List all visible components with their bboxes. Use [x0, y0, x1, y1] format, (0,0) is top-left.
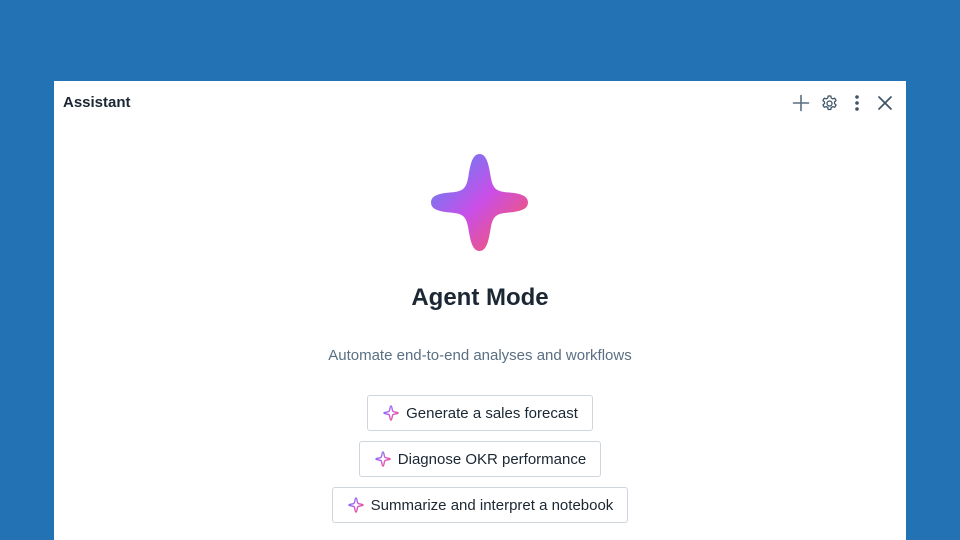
plus-icon[interactable]	[790, 92, 812, 114]
agent-mode-heading: Agent Mode	[411, 284, 549, 311]
suggestion-label: Generate a sales forecast	[406, 404, 578, 422]
suggestion-chip-summarize-notebook[interactable]: Summarize and interpret a notebook	[331, 487, 629, 523]
suggestion-label: Diagnose OKR performance	[397, 450, 587, 468]
assistant-panel: Assistant Agent Mode Automate end-to-end…	[54, 81, 906, 540]
sparkle-icon	[374, 450, 392, 468]
panel-header: Assistant	[54, 81, 906, 125]
suggestion-list: Generate a sales forecast Diagnose OKR p…	[54, 395, 906, 533]
panel-title: Assistant	[63, 94, 131, 111]
suggestion-label: Summarize and interpret a notebook	[370, 496, 614, 514]
sparkle-icon	[347, 496, 365, 514]
suggestion-chip-sales-forecast[interactable]: Generate a sales forecast	[367, 395, 593, 431]
sparkle-star-icon	[429, 152, 530, 253]
sparkle-icon	[382, 404, 400, 422]
suggestion-chip-okr-performance[interactable]: Diagnose OKR performance	[358, 441, 602, 477]
kebab-menu-icon[interactable]	[846, 92, 868, 114]
close-icon[interactable]	[874, 92, 896, 114]
gear-icon[interactable]	[818, 92, 840, 114]
agent-mode-subtitle: Automate end-to-end analyses and workflo…	[328, 347, 632, 364]
